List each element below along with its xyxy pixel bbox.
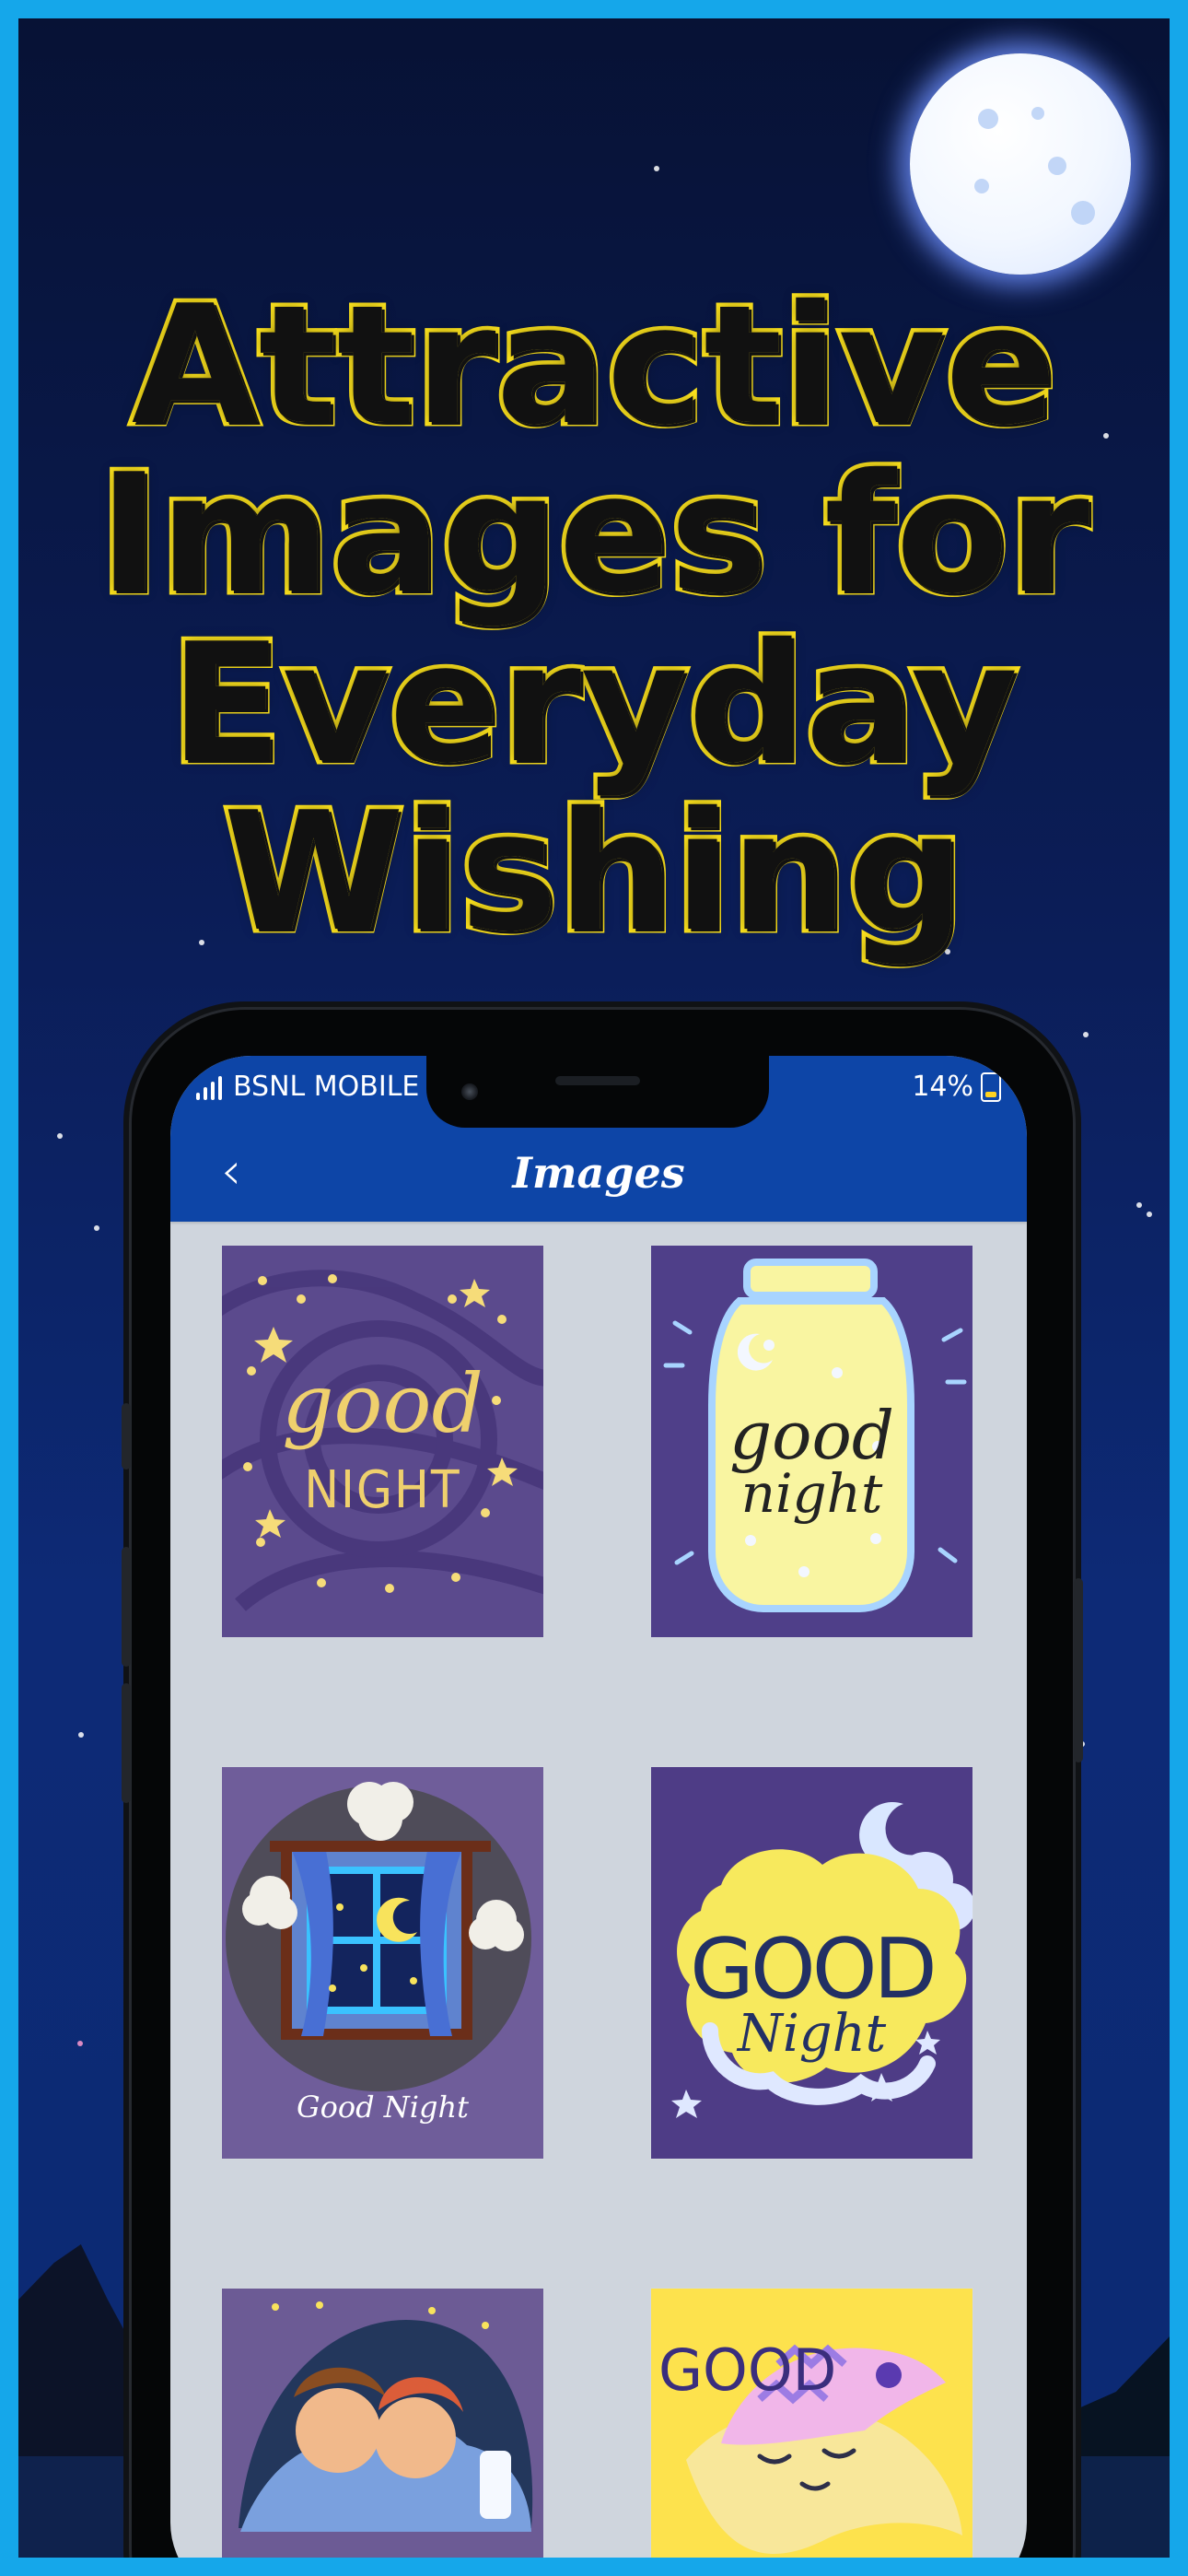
app-header: ‹ Images — [170, 1122, 1027, 1222]
headline-line-2: Images for — [95, 439, 1093, 630]
headline-line-4: Wishing — [219, 776, 969, 967]
image-card[interactable]: GOOD Night — [651, 1767, 973, 2159]
battery-percentage: 14% — [912, 1071, 973, 1103]
headline-line-1: Attractive — [127, 270, 1060, 461]
sleeping-couple-illustration — [222, 2289, 543, 2558]
image-card[interactable]: good NIGHT — [222, 1246, 543, 1637]
app-store-promo-screen: Attractive Images for Everyday Wishing B… — [0, 0, 1188, 2576]
speaker-grill — [555, 1076, 640, 1085]
phone-side-button — [1074, 1578, 1083, 1762]
phone-side-button — [122, 1683, 131, 1803]
star — [1083, 1032, 1089, 1037]
card-title-bottom: night — [740, 1462, 883, 1525]
star — [94, 1225, 99, 1231]
image-card[interactable] — [222, 2289, 543, 2558]
card-title-bottom: Night — [737, 2004, 887, 2064]
headline-line-3: Everyday — [166, 607, 1021, 799]
image-card[interactable]: GOOD — [651, 2289, 973, 2558]
phone-side-button — [122, 1403, 131, 1469]
moon-icon — [910, 53, 1131, 275]
star — [78, 1732, 84, 1738]
card-title-top: good — [282, 1356, 483, 1451]
star — [1136, 1202, 1142, 1208]
front-camera-icon — [461, 1083, 478, 1100]
image-card[interactable]: Good Night — [222, 1767, 543, 2159]
card-title-top: GOOD — [658, 2336, 837, 2404]
battery-icon — [981, 1071, 1001, 1102]
phone-notch — [426, 1056, 769, 1128]
good-night-moon-cap-illustration — [651, 2289, 973, 2558]
card-title-bottom: NIGHT — [304, 1460, 461, 1520]
image-card[interactable]: good night — [651, 1246, 973, 1637]
signal-icon — [196, 1074, 224, 1100]
headline: Attractive Images for Everyday Wishing — [18, 270, 1170, 967]
card-title-top: good — [729, 1397, 894, 1474]
status-left: BSNL MOBILE — [196, 1071, 419, 1103]
phone-mockup: BSNL MOBILE 14% ‹ Images good NIGHT good… — [122, 1007, 1083, 2558]
phone-side-button — [122, 1547, 131, 1667]
star — [1147, 1212, 1152, 1217]
card-title-bottom: Good Night — [297, 2090, 469, 2125]
card-title-top: GOOD — [690, 1921, 938, 2018]
phone-screen: BSNL MOBILE 14% ‹ Images good NIGHT good… — [170, 1056, 1027, 2558]
status-right: 14% — [912, 1071, 1001, 1103]
star — [654, 166, 659, 171]
carrier-label: BSNL MOBILE — [233, 1071, 420, 1103]
page-title: Images — [512, 1148, 685, 1198]
star — [57, 1133, 63, 1139]
